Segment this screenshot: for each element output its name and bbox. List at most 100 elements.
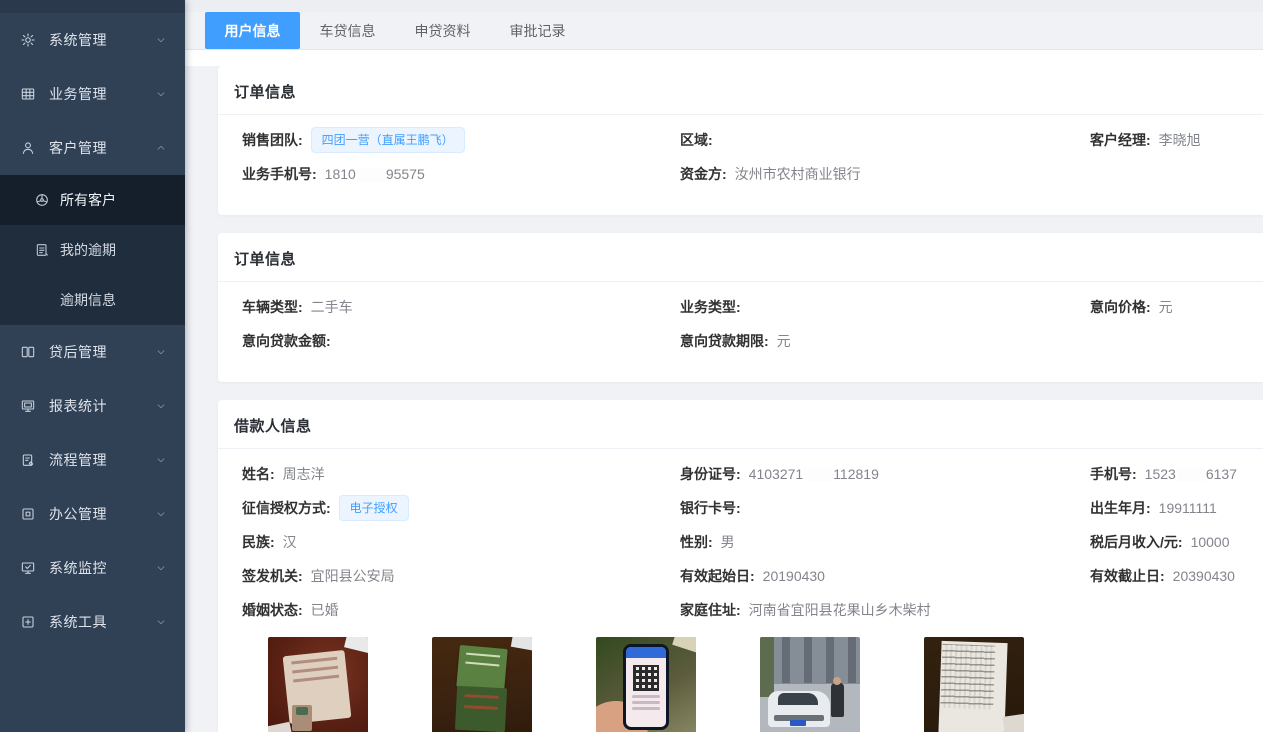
value-tag: 四团一营（直属王鹏飞）: [311, 127, 465, 153]
field-cell: 身份证号:4103271112819: [680, 464, 1090, 484]
attachment-1: 驾驶证副页: [432, 637, 532, 732]
sidebar-item-0[interactable]: 系统管理: [0, 13, 185, 67]
field-cell: 区域:: [680, 130, 1090, 150]
field-cell: 车辆类型: 二手车: [242, 297, 680, 317]
field-label: 意向贷款金额:: [242, 331, 331, 351]
field-value: 河南省宜阳县花果山乡木柴村: [749, 600, 931, 620]
sidebar-submenu: 所有客户我的逾期逾期信息: [0, 175, 185, 325]
field-cell: 出生年月: 19911111: [1090, 498, 1263, 518]
field-cell: 婚姻状态: 已婚: [242, 600, 680, 620]
tab-0[interactable]: 用户信息: [205, 12, 300, 49]
sidebar-item-label: 流程管理: [49, 450, 155, 470]
office-icon: [20, 506, 36, 522]
sidebar-item-7[interactable]: 系统监控: [0, 541, 185, 595]
sidebar-item-5[interactable]: 流程管理: [0, 433, 185, 487]
field-cell: 业务手机号: 1810 95575: [242, 164, 680, 184]
card-body: 车辆类型: 二手车 业务类型: 意向价格:元意向贷款金额:意向贷款期限:元: [218, 282, 1263, 382]
sidebar-subitem-2[interactable]: 逾期信息: [0, 275, 185, 325]
tab-3[interactable]: 审批记录: [490, 12, 585, 49]
sidebar-item-3[interactable]: 贷后管理: [0, 325, 185, 379]
field-cell: 姓名:周志洋: [242, 464, 680, 484]
chevron-down-icon: [155, 454, 167, 466]
field-value: 20190430: [763, 568, 825, 584]
field-label: 业务手机号:: [242, 164, 317, 184]
id-card-photo[interactable]: [268, 637, 368, 732]
card-title: 借款人信息: [234, 418, 312, 435]
tab-1[interactable]: 车贷信息: [300, 12, 395, 49]
card-body: 销售团队:四团一营（直属王鹏飞）区域:客户经理:李晓旭业务手机号:1810955…: [218, 115, 1263, 215]
field-cell: 意向价格:元: [1090, 297, 1263, 317]
tab-2[interactable]: 申贷资料: [395, 12, 490, 49]
green-booklet-photo[interactable]: [432, 637, 532, 732]
sidebar-menu: 系统管理业务管理客户管理所有客户我的逾期逾期信息贷后管理报表统计流程管理办公管理…: [0, 13, 185, 649]
card-1: 订单信息车辆类型:二手车业务类型:意向价格:元意向贷款金额:意向贷款期限:元: [218, 233, 1263, 382]
sidebar-item-4[interactable]: 报表统计: [0, 379, 185, 433]
card-header: 订单信息: [218, 66, 1263, 115]
field-value: 19911111: [1159, 500, 1217, 516]
chevron-down-icon: [155, 346, 167, 358]
field-cell: 销售团队: 四团一营（直属王鹏飞）: [242, 127, 680, 153]
paper-doc-photo[interactable]: [924, 637, 1024, 732]
sidebar-item-label: 业务管理: [49, 84, 155, 104]
user-icon: [20, 140, 36, 156]
field-label: 业务类型:: [680, 297, 741, 317]
value-segment: 1810: [325, 166, 356, 182]
value-segment: 95575: [386, 166, 425, 182]
field-label: 区域:: [680, 130, 713, 150]
field-label: 出生年月:: [1090, 498, 1151, 518]
card-header: 借款人信息: [218, 400, 1263, 449]
tools-icon: [20, 614, 36, 630]
field-label: 家庭住址:: [680, 600, 741, 620]
field-label: 有效起始日:: [680, 566, 755, 586]
value-segment: 112819: [833, 466, 879, 482]
report-icon: [20, 398, 36, 414]
field-label: 婚姻状态:: [242, 600, 303, 620]
sidebar-subitem-1[interactable]: 我的逾期: [0, 225, 185, 275]
field-value: 已婚: [311, 600, 339, 620]
phone-qr-photo[interactable]: [596, 637, 696, 732]
value-tag: 电子授权: [339, 495, 409, 521]
chevron-down-icon: [155, 508, 167, 520]
field-value: 20390430: [1173, 568, 1235, 584]
field-row: 意向贷款金额:意向贷款期限:元: [242, 324, 1263, 358]
sidebar-subitem-0[interactable]: 所有客户: [0, 175, 185, 225]
field-label: 有效截止日:: [1090, 566, 1165, 586]
grid-icon: [20, 86, 36, 102]
field-row: 销售团队:四团一营（直属王鹏飞）区域:客户经理:李晓旭: [242, 123, 1263, 157]
sidebar-item-8[interactable]: 系统工具: [0, 595, 185, 649]
attachment-2: 授权截图: [596, 637, 696, 732]
field-row: 征信授权方式:电子授权银行卡号:出生年月:19911111: [242, 491, 1263, 525]
redaction-patch: [1177, 467, 1205, 482]
car-person-photo[interactable]: [760, 637, 860, 732]
booklet-bottom: [455, 686, 507, 732]
sidebar-item-6[interactable]: 办公管理: [0, 487, 185, 541]
sidebar-item-1[interactable]: 业务管理: [0, 67, 185, 121]
sidebar-subitem-label: 所有客户: [60, 190, 116, 210]
redaction-patch: [357, 167, 385, 182]
field-label: 签发机关:: [242, 566, 303, 586]
field-label: 车辆类型:: [242, 297, 303, 317]
field-cell: 业务类型:: [680, 297, 1090, 317]
field-row: 业务手机号:181095575资金方:汝州市农村商业银行: [242, 157, 1263, 191]
flow-icon: [20, 452, 36, 468]
tab-bar: 用户信息车贷信息申贷资料审批记录: [185, 12, 1263, 50]
field-cell: 民族:汉: [242, 532, 680, 552]
field-cell: 意向贷款金额:: [242, 331, 680, 351]
sidebar-item-label: 系统工具: [49, 612, 155, 632]
redaction-patch: [804, 467, 832, 482]
sidebar-item-2[interactable]: 客户管理: [0, 121, 185, 175]
field-value: 元: [1159, 297, 1173, 317]
field-label: 销售团队:: [242, 130, 303, 150]
field-value-redacted: 1810 95575: [325, 166, 425, 183]
field-row: 民族:汉性别:男税后月收入/元:10000: [242, 525, 1263, 559]
field-label: 民族:: [242, 532, 275, 552]
sidebar-item-label: 系统管理: [49, 30, 155, 50]
field-row: 姓名:周志洋身份证号:4103271112819手机号:15236137: [242, 457, 1263, 491]
field-value: 汝州市农村商业银行: [735, 164, 861, 184]
field-label: 客户经理:: [1090, 130, 1151, 150]
main-content: 用户信息车贷信息申贷资料审批记录 订单信息销售团队: 四团一营（直属王鹏飞） 区域:…: [185, 0, 1263, 732]
field-cell: 性别:男: [680, 532, 1090, 552]
field-label: 姓名:: [242, 464, 275, 484]
sidebar-item-label: 系统监控: [49, 558, 155, 578]
field-value: 二手车: [311, 297, 353, 317]
